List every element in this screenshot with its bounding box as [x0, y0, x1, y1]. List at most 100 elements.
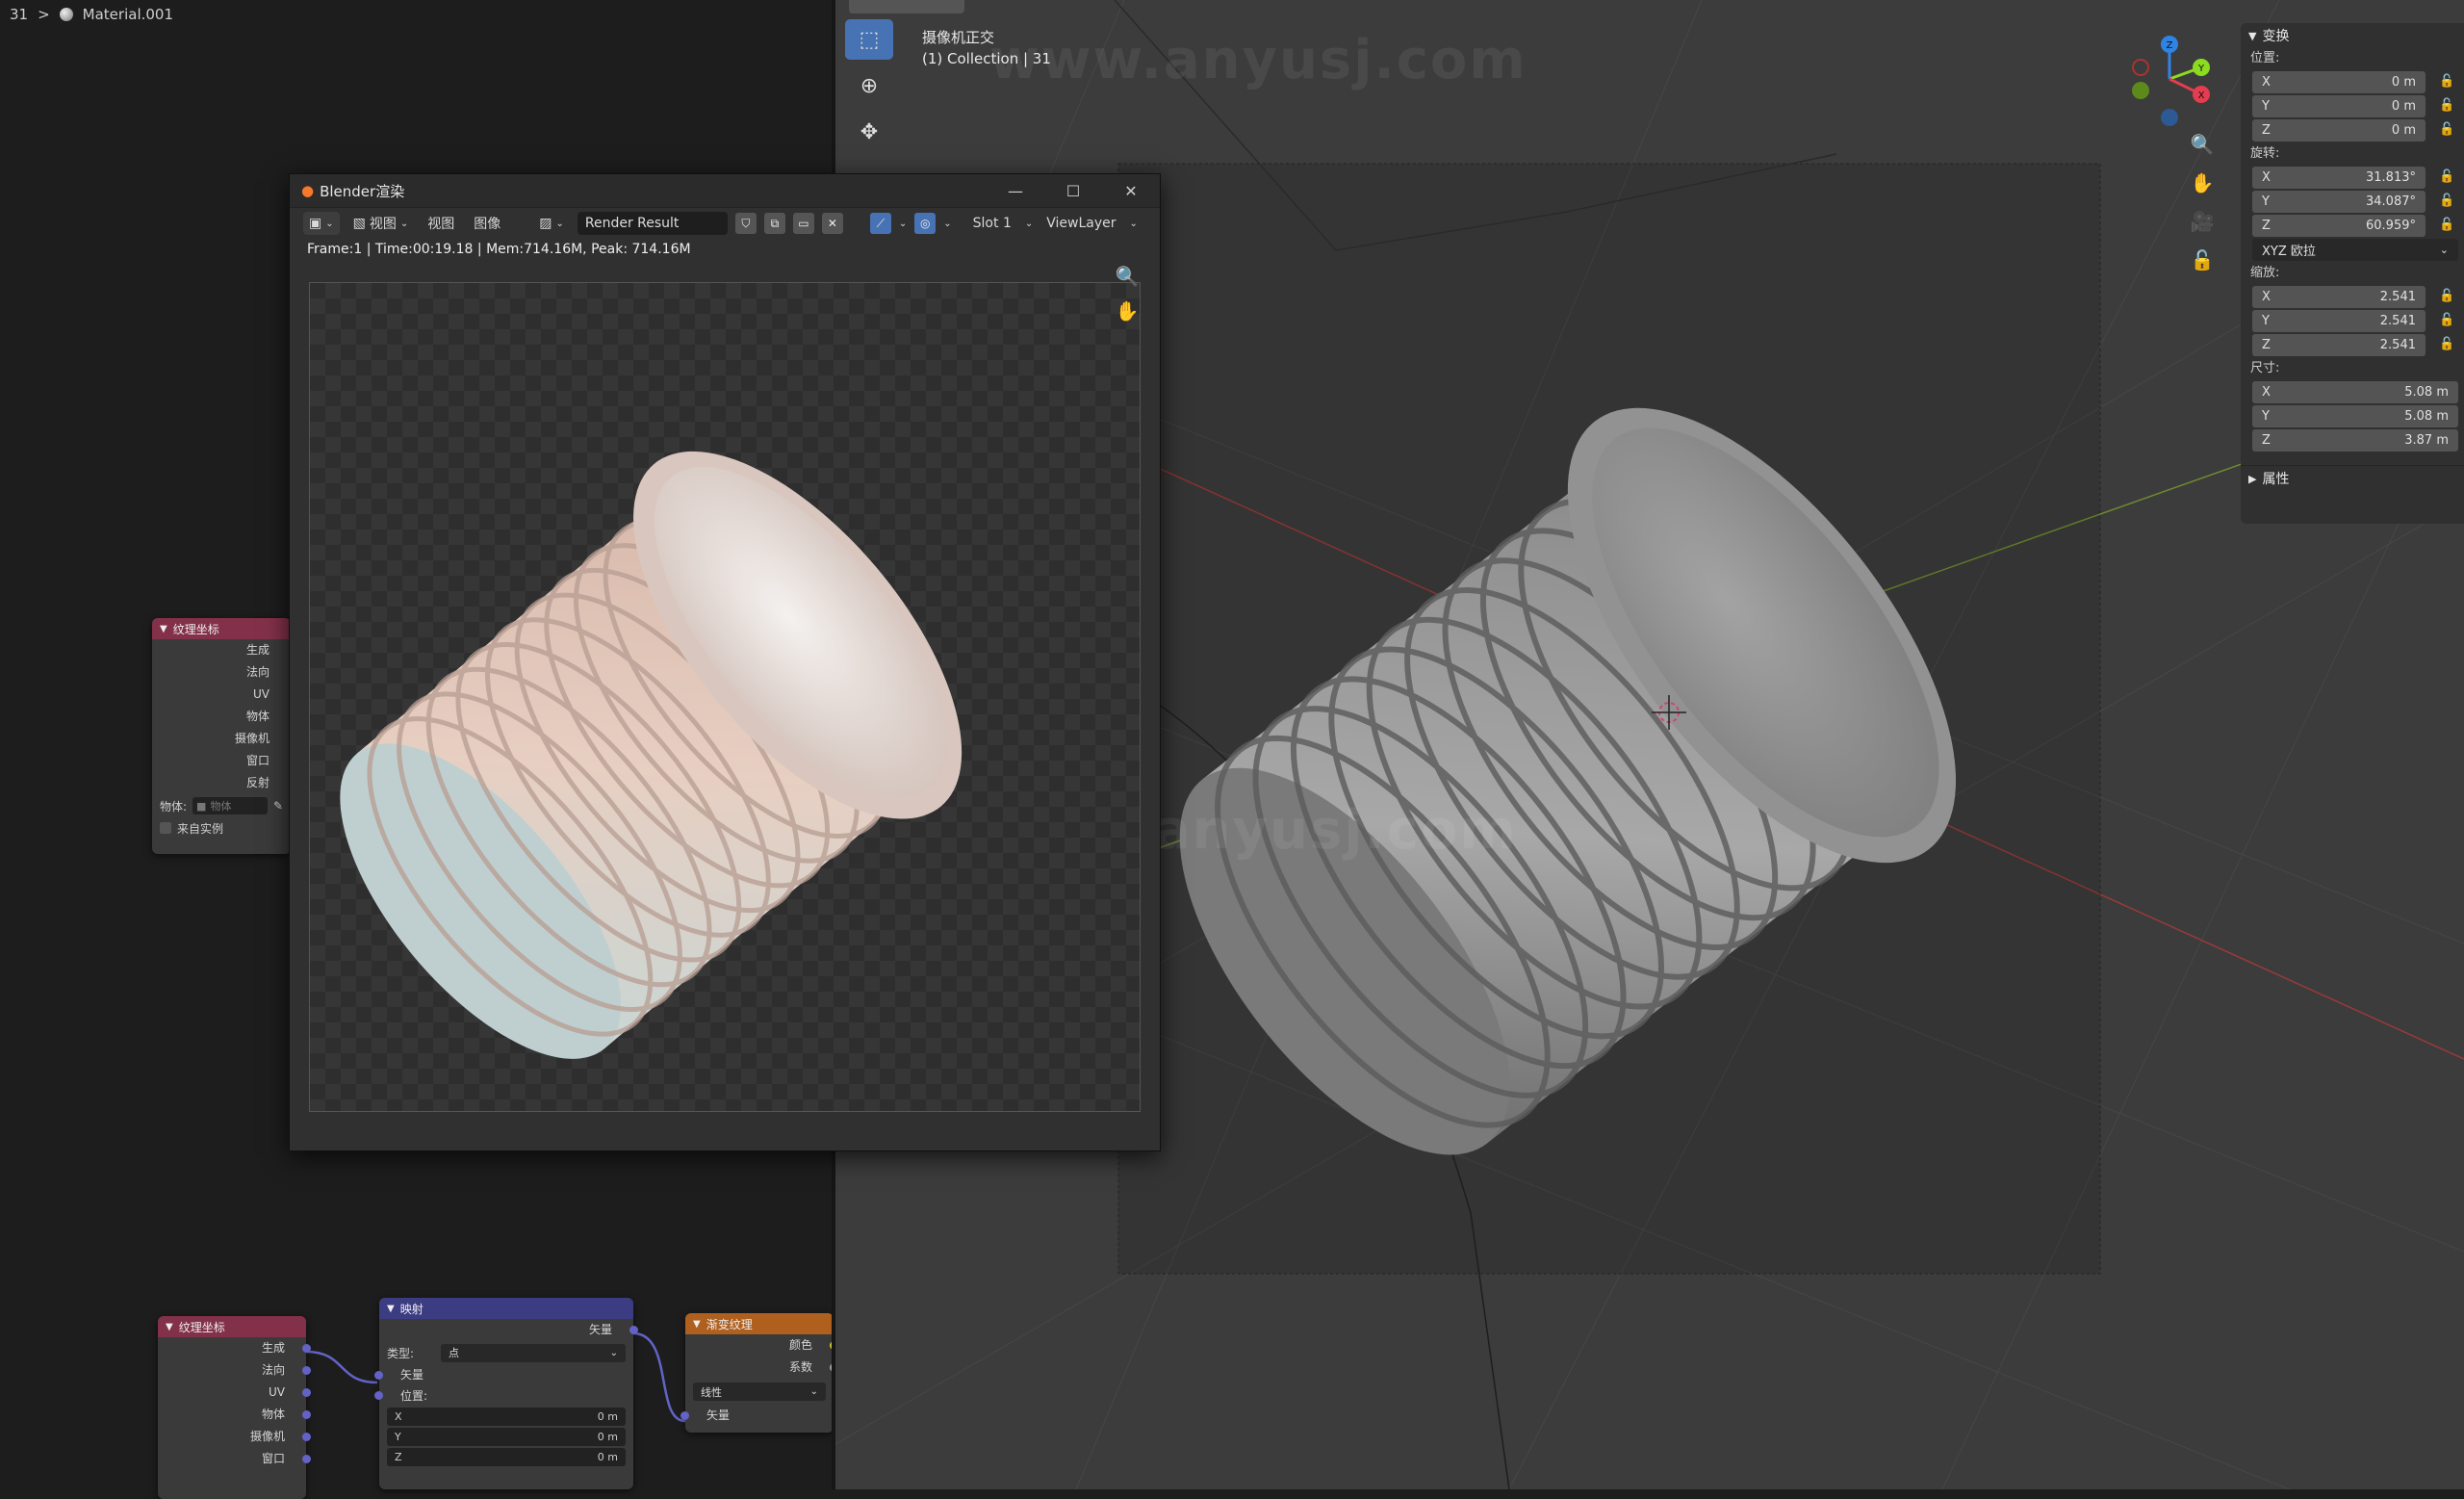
- chevron-down-icon: ⌄: [1024, 218, 1034, 229]
- output-socket[interactable]: [302, 1344, 311, 1353]
- from-instancer-label: 来自实例: [177, 821, 224, 836]
- lock-icon[interactable]: 🔓: [2439, 313, 2454, 328]
- output-socket[interactable]: [302, 1388, 311, 1397]
- dimensions-z-field[interactable]: Z 3.87 m: [2252, 429, 2458, 452]
- dimensions-y-field[interactable]: Y 5.08 m: [2252, 405, 2458, 427]
- location-x-field[interactable]: X0 m 🔓: [2252, 71, 2454, 93]
- chevron-down-icon: ⌄: [399, 218, 409, 229]
- input-socket[interactable]: [374, 1391, 383, 1400]
- zoom-icon[interactable]: 🔍: [1113, 262, 1142, 291]
- select-mode-buttons[interactable]: [849, 0, 964, 13]
- image-editor-icon: ▣: [309, 216, 322, 231]
- lock-icon[interactable]: 🔓: [2439, 98, 2454, 114]
- render-image: [340, 451, 962, 1059]
- location-y-field[interactable]: Y0 m: [387, 1428, 626, 1446]
- hand-pan-icon[interactable]: ✋: [2188, 168, 2217, 197]
- from-instancer-checkbox[interactable]: [160, 822, 171, 834]
- location-z-field[interactable]: Z0 m: [387, 1448, 626, 1466]
- socket-row: 法向: [158, 1359, 311, 1382]
- node-header[interactable]: ▼ 纹理坐标: [152, 618, 291, 639]
- output-socket[interactable]: [302, 1366, 311, 1375]
- eyedropper-icon[interactable]: ✎: [273, 799, 283, 813]
- lock-icon[interactable]: 🔓: [2439, 169, 2454, 185]
- zoom-icon[interactable]: 🔍: [2188, 130, 2217, 159]
- output-socket[interactable]: [629, 1326, 638, 1334]
- image-browse-button[interactable]: ▨ ⌄: [533, 212, 570, 235]
- node-header[interactable]: ▼ 渐变纹理: [685, 1313, 834, 1334]
- render-window[interactable]: ● Blender渲染 — ☐ ✕ ▣ ⌄ ▧ 视图 ⌄ 视图 图像 ▨ ⌄ Rende…: [289, 173, 1161, 1151]
- rotation-z-field[interactable]: Z 60.959° 🔓: [2252, 215, 2454, 237]
- node-header[interactable]: ▼ 映射: [379, 1298, 633, 1319]
- chevron-down-icon: ⌄: [609, 1347, 618, 1358]
- location-x-field[interactable]: X0 m: [387, 1408, 626, 1426]
- node-texture-coordinate-bottom[interactable]: ▼ 纹理坐标 生成 法向 UV 物体 摄像机 窗口: [158, 1316, 311, 1499]
- chevron-down-icon[interactable]: ▼: [693, 1319, 701, 1330]
- properties-panel-header[interactable]: ▶ 属性: [2241, 465, 2464, 491]
- open-folder-icon[interactable]: ▭: [792, 213, 814, 234]
- gradient-type-dropdown[interactable]: 线性 ⌄: [693, 1383, 826, 1401]
- minimize-icon[interactable]: —: [987, 182, 1044, 200]
- output-socket[interactable]: [302, 1410, 311, 1419]
- select-box-tool[interactable]: ⬚: [845, 19, 893, 60]
- chevron-down-icon[interactable]: ⌄: [899, 219, 907, 229]
- maximize-icon[interactable]: ☐: [1044, 182, 1102, 200]
- chevron-down-icon[interactable]: ▼: [166, 1322, 173, 1332]
- hand-pan-icon[interactable]: ✋: [1113, 297, 1142, 325]
- view-layer-dropdown[interactable]: ViewLayer: [1040, 216, 1121, 231]
- unlink-x-icon[interactable]: ✕: [821, 213, 843, 234]
- navigation-gizmo[interactable]: Y Z X: [2119, 29, 2225, 135]
- transform-panel-header[interactable]: ▼ 变换: [2241, 23, 2464, 48]
- render-window-titlebar[interactable]: ● Blender渲染 — ☐ ✕: [290, 174, 1160, 208]
- dimensions-label: 尺寸:: [2250, 361, 2280, 375]
- rotation-mode-dropdown[interactable]: XYZ 欧拉 ⌄: [2252, 239, 2458, 261]
- fake-user-shield-icon[interactable]: ⛉: [734, 213, 757, 234]
- lock-icon[interactable]: 🔓: [2439, 194, 2454, 209]
- socket-row: 法向: [245, 665, 270, 679]
- lock-icon[interactable]: 🔓: [2439, 289, 2454, 304]
- sample-tool-icon[interactable]: ⟋: [869, 213, 891, 234]
- rotation-y-field[interactable]: Y 34.087° 🔓: [2252, 191, 2454, 213]
- type-dropdown[interactable]: 点 ⌄: [441, 1343, 626, 1362]
- node-gradient-texture[interactable]: ▼ 渐变纹理 颜色 系数 线性 ⌄ 矢量: [680, 1313, 838, 1433]
- menu-image[interactable]: 图像: [468, 214, 506, 233]
- scale-z-field[interactable]: Z 2.541 🔓: [2252, 334, 2454, 356]
- input-socket[interactable]: [374, 1371, 383, 1380]
- output-socket[interactable]: [302, 1433, 311, 1441]
- close-icon[interactable]: ✕: [1102, 182, 1160, 200]
- lock-icon[interactable]: 🔓: [2439, 337, 2454, 352]
- output-socket[interactable]: [302, 1455, 311, 1463]
- location-y-field[interactable]: Y0 m 🔓: [2252, 95, 2454, 117]
- node-header[interactable]: ▼ 纹理坐标: [158, 1316, 306, 1337]
- lock-icon[interactable]: 🔓: [2439, 122, 2454, 138]
- node-mapping[interactable]: ▼ 映射 矢量 类型: 点 ⌄ 矢量 位置: X0 m Y0 m Z0 m: [374, 1298, 638, 1489]
- slot-dropdown[interactable]: Slot 1: [967, 216, 1017, 231]
- chevron-down-icon[interactable]: ▼: [387, 1304, 395, 1314]
- editor-type-button[interactable]: ▣ ⌄: [303, 212, 340, 235]
- socket-row: UV: [253, 687, 270, 701]
- move-tool[interactable]: ✥: [845, 112, 893, 152]
- scale-label: 缩放:: [2250, 266, 2280, 280]
- chevron-down-icon[interactable]: ▼: [160, 624, 167, 634]
- cursor-tool[interactable]: ⊕: [845, 65, 893, 106]
- node-texture-coordinate-top[interactable]: ▼ 纹理坐标 生成 法向 UV 物体 摄像机 窗口 反射 物体: ■ 物体 ✎ …: [152, 618, 291, 854]
- view-mode-button[interactable]: ▧ 视图 ⌄: [347, 212, 415, 235]
- sidebar-n-panel: ▼ 变换 位置: X0 m 🔓 Y0 m 🔓 Z0 m 🔓 旋转: X 31.813° 🔓…: [2241, 23, 2464, 524]
- lock-icon[interactable]: 🔓: [2439, 218, 2454, 233]
- scale-x-field[interactable]: X 2.541 🔓: [2252, 286, 2454, 308]
- camera-view-icon[interactable]: 🎥: [2188, 207, 2217, 236]
- location-z-field[interactable]: Z0 m 🔓: [2252, 119, 2454, 142]
- chevron-down-icon[interactable]: ⌄: [943, 219, 951, 229]
- input-socket[interactable]: [680, 1411, 689, 1420]
- render-result-canvas[interactable]: 🔍 ✋: [309, 265, 1142, 1112]
- duplicate-icon[interactable]: ⧉: [763, 213, 785, 234]
- object-field[interactable]: ■ 物体: [192, 797, 269, 814]
- rotation-x-field[interactable]: X 31.813° 🔓: [2252, 167, 2454, 189]
- lock-icon[interactable]: 🔓: [2439, 74, 2454, 90]
- image-name-field[interactable]: Render Result: [577, 212, 728, 235]
- overlay-icon[interactable]: ◎: [914, 213, 937, 234]
- scale-y-field[interactable]: Y 2.541 🔓: [2252, 310, 2454, 332]
- lock-camera-icon[interactable]: 🔓: [2188, 246, 2217, 274]
- viewport-nav-buttons: 🔍 ✋ 🎥 🔓: [2188, 130, 2217, 274]
- menu-view[interactable]: 视图: [422, 214, 460, 233]
- dimensions-x-field[interactable]: X 5.08 m: [2252, 381, 2458, 403]
